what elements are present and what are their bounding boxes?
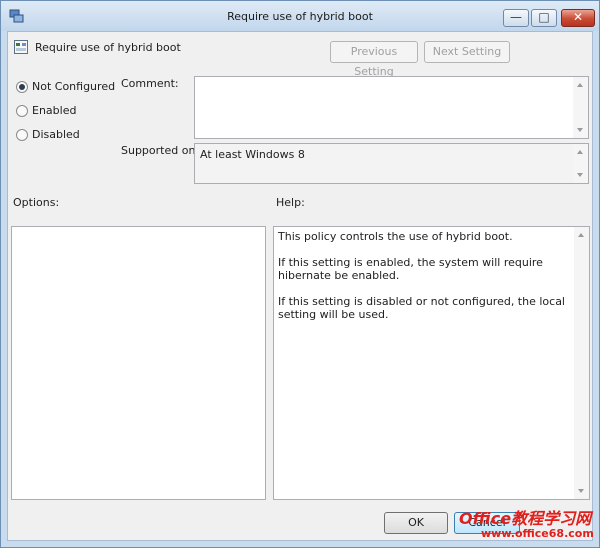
radio-label: Not Configured [32, 80, 116, 93]
supported-scrollbar[interactable] [573, 144, 588, 183]
help-text: This policy controls the use of hybrid b… [278, 230, 571, 334]
dialog-client-area: Require use of hybrid boot Previous Sett… [7, 31, 593, 541]
help-label: Help: [276, 196, 305, 209]
comment-label: Comment: [121, 77, 179, 90]
help-paragraph: If this setting is disabled or not confi… [278, 295, 565, 321]
cancel-button[interactable]: Cancel [454, 512, 520, 534]
policy-setting-window: Require use of hybrid boot — □ ✕ Require… [0, 0, 600, 548]
supported-on-value: At least Windows 8 [200, 148, 305, 161]
scroll-up-icon[interactable] [577, 150, 583, 154]
scroll-down-icon[interactable] [577, 128, 583, 132]
help-scrollbar[interactable] [574, 227, 589, 499]
help-paragraph: If this setting is enabled, the system w… [278, 256, 543, 282]
supported-on-label: Supported on: [121, 144, 200, 157]
minimize-button[interactable]: — [503, 9, 529, 27]
scroll-up-icon[interactable] [577, 83, 583, 87]
title-bar[interactable]: Require use of hybrid boot — □ ✕ [1, 1, 599, 31]
radio-button[interactable] [16, 129, 28, 141]
scroll-down-icon[interactable] [578, 489, 584, 493]
radio-enabled[interactable]: Enabled [16, 104, 96, 120]
close-button[interactable]: ✕ [561, 9, 595, 27]
options-panel [11, 226, 266, 500]
help-panel: This policy controls the use of hybrid b… [273, 226, 590, 500]
radio-not-configured[interactable]: Not Configured [16, 80, 116, 96]
options-label: Options: [13, 196, 60, 209]
policy-name-heading: Require use of hybrid boot [35, 41, 181, 54]
next-setting-button[interactable]: Next Setting [424, 41, 510, 63]
scroll-up-icon[interactable] [578, 233, 584, 237]
help-paragraph: This policy controls the use of hybrid b… [278, 230, 513, 243]
radio-label: Enabled [32, 104, 77, 117]
supported-on-box: At least Windows 8 [194, 143, 589, 184]
comment-textbox[interactable] [194, 76, 589, 139]
comment-scrollbar[interactable] [573, 77, 588, 138]
maximize-button[interactable]: □ [531, 9, 557, 27]
radio-button[interactable] [16, 81, 28, 93]
scroll-down-icon[interactable] [577, 173, 583, 177]
ok-button[interactable]: OK [384, 512, 448, 534]
previous-setting-button[interactable]: Previous Setting [330, 41, 418, 78]
radio-label: Disabled [32, 128, 80, 141]
radio-button[interactable] [16, 105, 28, 117]
policy-setting-icon [13, 39, 29, 55]
radio-disabled[interactable]: Disabled [16, 128, 96, 144]
